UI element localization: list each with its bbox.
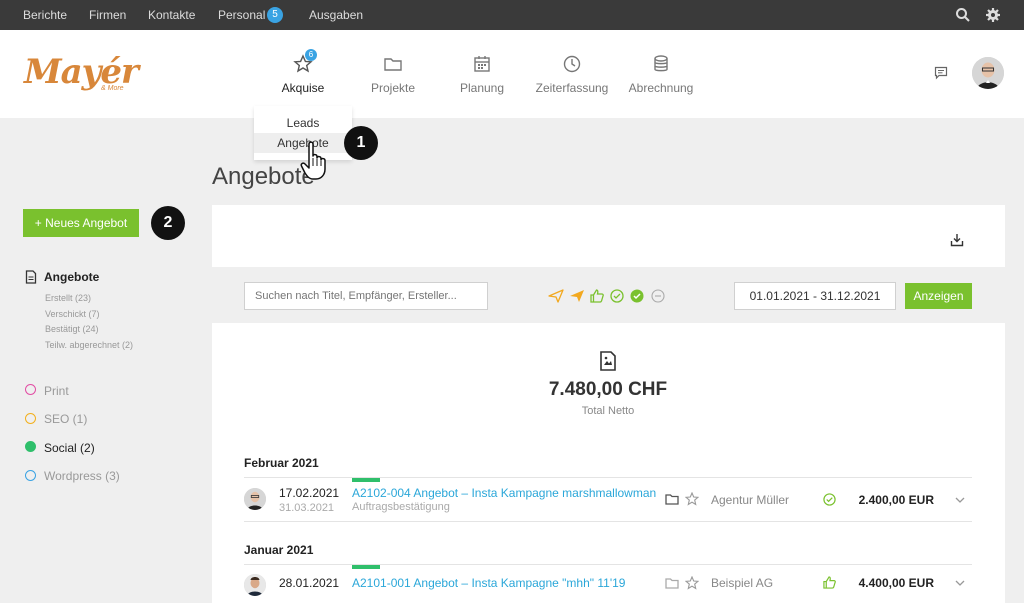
row-avatar <box>244 488 266 510</box>
check-circle-outline-icon <box>823 493 836 506</box>
row-date: 17.02.2021 <box>279 486 340 500</box>
row-avatar <box>244 574 266 596</box>
star-icon[interactable] <box>685 492 699 506</box>
tag-dot-social <box>25 441 36 452</box>
tag-dot-print <box>25 384 36 395</box>
nav-label: Zeiterfassung <box>535 81 609 95</box>
tag-print[interactable]: Print <box>44 384 69 398</box>
chevron-down-icon[interactable] <box>955 496 965 504</box>
nav-abrechnung[interactable]: Abrechnung <box>626 30 696 118</box>
topnav-kontakte[interactable]: Kontakte <box>148 8 195 22</box>
sidebar-item-verschickt[interactable]: Verschickt (7) <box>45 309 100 319</box>
sidebar-section-title[interactable]: Angebote <box>44 270 99 284</box>
show-button[interactable]: Anzeigen <box>905 283 972 309</box>
calendar-icon <box>474 56 490 72</box>
avatar-portrait-icon <box>972 57 1004 89</box>
sidebar-item-teilw-abgerechnet[interactable]: Teilw. abgerechnet (2) <box>45 340 133 350</box>
check-circle-icon[interactable] <box>630 289 644 303</box>
total-value: 7.480,00 CHF <box>548 379 668 400</box>
nav-planung[interactable]: Planung <box>452 30 512 118</box>
folder-icon[interactable] <box>665 577 679 589</box>
topnav-firmen[interactable]: Firmen <box>89 8 126 22</box>
database-icon <box>654 55 668 72</box>
tag-seo[interactable]: SEO (1) <box>44 412 87 426</box>
avatar-portrait-icon <box>244 574 266 596</box>
nav-label: Abrechnung <box>628 81 694 95</box>
sidebar-item-erstellt[interactable]: Erstellt (23) <box>45 293 91 303</box>
invoice-document-icon <box>600 351 616 371</box>
row-title-link[interactable]: A2102-004 Angebot – Insta Kampagne marsh… <box>352 486 656 500</box>
thumbs-up-icon <box>823 576 836 589</box>
nav-label: Planung <box>459 81 505 95</box>
row-company: Beispiel AG <box>711 576 774 590</box>
month-heading-januar: Januar 2021 <box>244 543 314 557</box>
nav-label: Akquise <box>281 81 325 95</box>
download-icon[interactable] <box>950 233 964 247</box>
month-heading-februar: Februar 2021 <box>244 456 319 470</box>
row-divider <box>244 521 972 522</box>
nav-label: Projekte <box>370 81 416 95</box>
top-nav-bar: Berichte Firmen Kontakte Personal 5 Ausg… <box>0 0 1024 30</box>
step-marker-1: 1 <box>344 126 378 160</box>
paper-plane-icon[interactable] <box>569 289 585 303</box>
row-status-bar <box>352 478 380 482</box>
logo-subtitle: & More <box>101 85 124 92</box>
row-company: Agentur Müller <box>711 493 790 507</box>
dropdown-item-leads[interactable]: Leads <box>254 113 352 133</box>
topnav-berichte[interactable]: Berichte <box>23 8 67 22</box>
row-due-date: 31.03.2021 <box>279 502 335 514</box>
minus-circle-icon[interactable] <box>651 289 665 303</box>
tag-social[interactable]: Social (2) <box>44 441 95 455</box>
row-date: 28.01.2021 <box>279 576 340 590</box>
row-subtitle: Auftragsbestätigung <box>352 501 450 513</box>
offers-panel <box>212 205 1005 603</box>
folder-icon[interactable] <box>665 493 679 505</box>
user-avatar[interactable] <box>972 57 1004 89</box>
akquise-badge: 6 <box>305 49 317 61</box>
topnav-ausgaben[interactable]: Ausgaben <box>309 8 363 22</box>
nav-akquise[interactable]: 6 Akquise <box>270 30 336 118</box>
topnav-personal[interactable]: Personal <box>218 8 265 22</box>
check-circle-outline-icon[interactable] <box>610 289 624 303</box>
tag-wordpress[interactable]: Wordpress (3) <box>44 469 120 483</box>
gear-icon[interactable] <box>985 7 1001 23</box>
clock-icon <box>563 55 581 73</box>
search-input[interactable] <box>244 282 488 310</box>
chat-icon[interactable] <box>934 66 948 80</box>
chevron-down-icon[interactable] <box>955 579 965 587</box>
row-amount: 4.400,00 EUR <box>858 576 934 590</box>
app-header: Mayér & More 6 Akquise Projekte Planung … <box>0 30 1024 118</box>
hand-cursor-icon <box>300 141 326 180</box>
paper-plane-outline-icon[interactable] <box>548 289 564 303</box>
avatar-portrait-icon <box>244 488 266 510</box>
new-offer-button[interactable]: + Neues Angebot <box>23 209 139 237</box>
row-amount: 2.400,00 EUR <box>858 493 934 507</box>
row-title-link[interactable]: A2101-001 Angebot – Insta Kampagne "mhh"… <box>352 576 625 590</box>
sidebar-item-bestaetigt[interactable]: Bestätigt (24) <box>45 324 99 334</box>
personal-badge: 5 <box>267 7 283 23</box>
step-marker-2: 2 <box>151 206 185 240</box>
tag-dot-wordpress <box>25 470 36 481</box>
document-icon <box>25 270 37 284</box>
nav-zeiterfassung[interactable]: Zeiterfassung <box>532 30 612 118</box>
folder-icon <box>384 58 402 71</box>
date-range-input[interactable]: 01.01.2021 - 31.12.2021 <box>734 282 896 310</box>
tag-dot-seo <box>25 413 36 424</box>
row-status-bar <box>352 565 380 569</box>
search-icon[interactable] <box>955 7 971 23</box>
nav-projekte[interactable]: Projekte <box>362 30 424 118</box>
total-label: Total Netto <box>581 405 635 417</box>
star-icon[interactable] <box>685 576 699 590</box>
thumbs-up-icon[interactable] <box>590 289 604 303</box>
